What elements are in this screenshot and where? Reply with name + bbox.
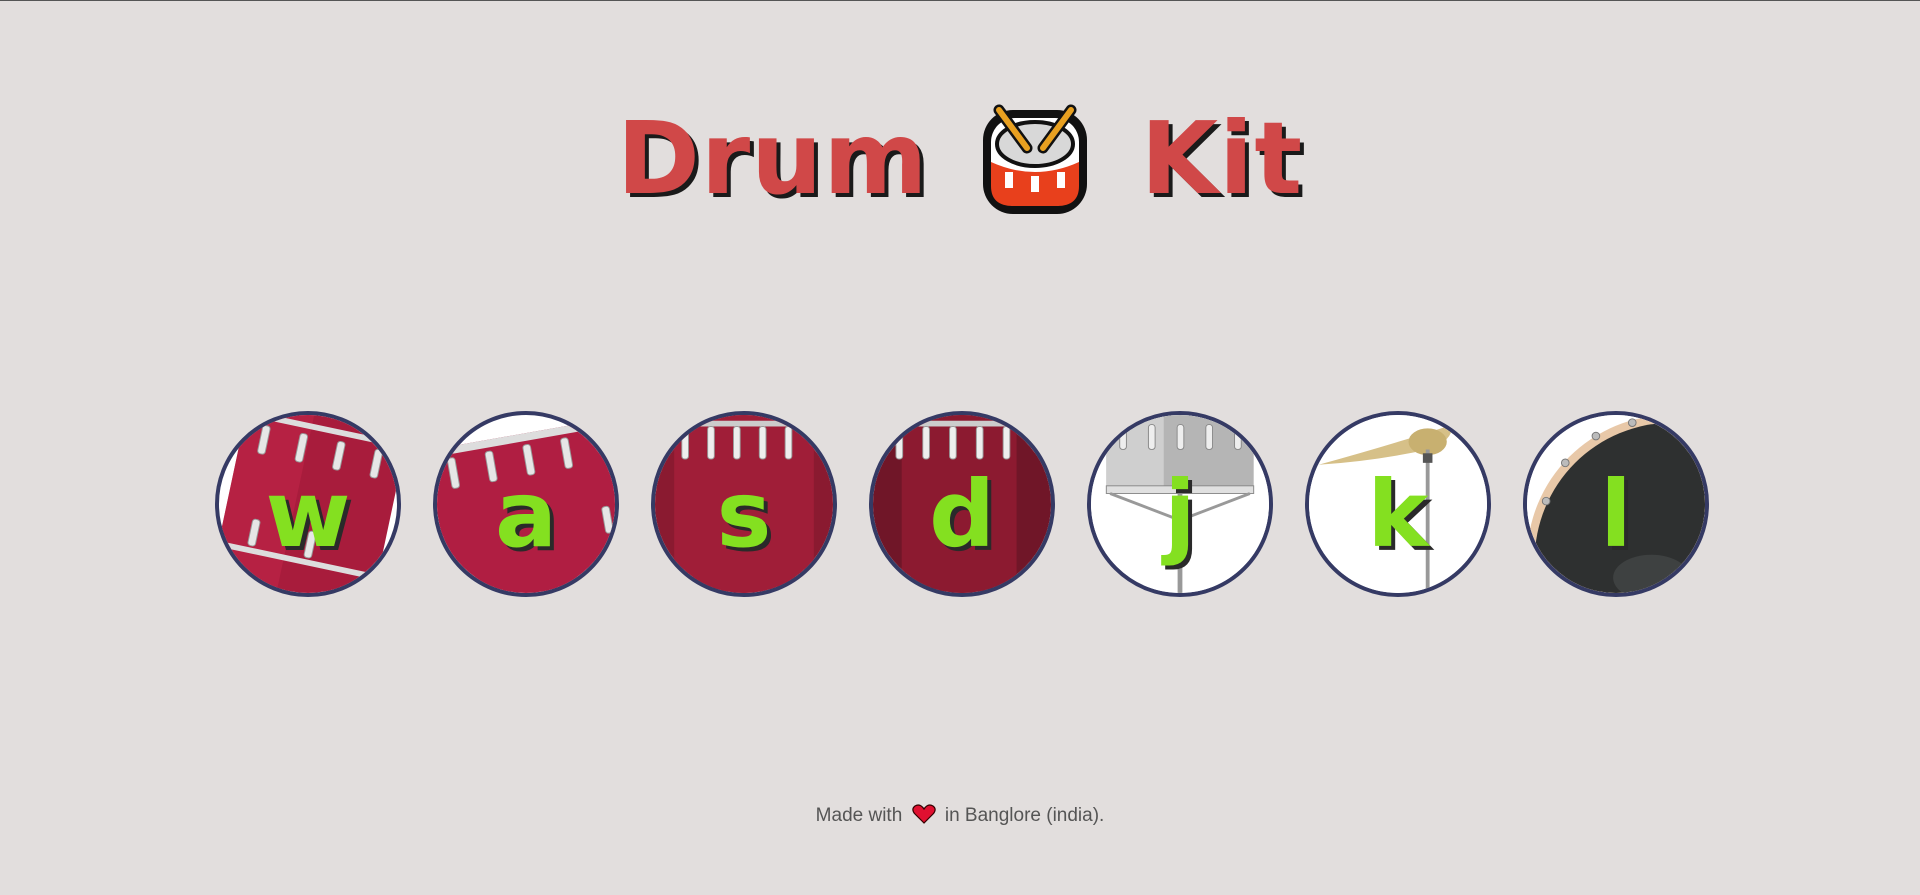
drum-button-s[interactable]: s (651, 411, 837, 597)
drum-key-label: k (1367, 460, 1429, 568)
title-kit: Kit (1140, 100, 1304, 218)
drum-key-label: d (929, 460, 995, 568)
footer: Made with in Banglore (india). (0, 804, 1920, 827)
drum-key-label: s (716, 460, 772, 568)
drum-button-l[interactable]: l (1523, 411, 1709, 597)
drum-key-label: j (1164, 460, 1196, 568)
drum-key-label: w (265, 460, 351, 568)
drum-button-d[interactable]: d (869, 411, 1055, 597)
drum-key-label: l (1600, 460, 1632, 568)
footer-prefix: Made with (815, 805, 903, 826)
drum-button-a[interactable]: a (433, 411, 619, 597)
drum-set: w a s d j k l (215, 411, 1709, 597)
drum-button-w[interactable]: w (215, 411, 401, 597)
drum-button-k[interactable]: k (1305, 411, 1491, 597)
drum-icon (982, 104, 1087, 215)
title-drum: Drum (616, 100, 929, 218)
drum-key-label: a (494, 460, 558, 568)
footer-suffix: in Banglore (india). (944, 805, 1105, 826)
drum-button-j[interactable]: j (1087, 411, 1273, 597)
heart-icon (911, 804, 936, 824)
page-title: Drum Kit (0, 100, 1920, 218)
